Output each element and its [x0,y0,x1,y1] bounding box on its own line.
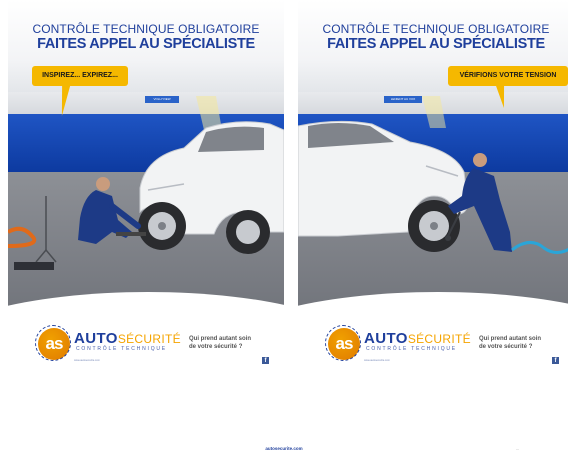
legal-text: www.autosecurite.com [364,359,390,362]
logo-badge-text: as [335,334,354,353]
brand-name: AUTOSÉCURITÉ [74,330,181,347]
brand-subtitle: CONTRÔLE TECHNIQUE [366,346,457,352]
headline-line1: CONTRÔLE TECHNIQUE OBLIGATOIRE [322,22,550,36]
brand-main: AUTO [74,330,118,347]
brand-subtitle: CONTRÔLE TECHNIQUE [76,346,167,352]
headline-line2: FAITES APPEL AU SPÉCIALISTE [327,36,545,52]
brand-footer: as AUTOSÉCURITÉ CONTRÔLE TECHNIQUE www.a… [8,322,284,382]
floor-tray [14,262,54,270]
facebook-icon[interactable]: f [552,357,559,364]
air-hose [511,241,568,254]
headline: CONTRÔLE TECHNIQUE OBLIGATOIRE FAITES AP… [8,22,284,52]
tagline: Qui prend autant soin de votre sécurité … [189,335,279,351]
tagline: Qui prend autant soin de votre sécurité … [479,335,568,351]
rear-rim [236,220,260,244]
speech-bubble: VÉRIFIONS VOTRE TENSION [448,66,568,86]
tagline-line1: Qui prend autant soin [479,336,542,342]
brand-accent: SÉCURITÉ [407,332,471,346]
tagline-line2: de votre sécurité ? [189,344,243,350]
legal-text: www.autosecurite.com [74,359,100,362]
tool [116,232,146,236]
autosecurite-logo-badge: as [35,325,71,361]
tagline-line1: Qui prend autant soin [189,336,252,342]
orange-hose [8,226,37,248]
brand-name: AUTOSÉCURITÉ [364,330,471,347]
brand-accent: SÉCURITÉ [117,332,181,346]
lamp-light [422,96,446,128]
tagline-line2: de votre sécurité ? [479,344,533,350]
poster-right: LENIENT AU VOX CONTRÔLE TECHNIQUE OBLIGA… [298,0,568,386]
mechanic-head [96,177,110,191]
autosecurite-logo-badge: as [325,325,361,361]
headline-line2: FAITES APPEL AU SPÉCIALISTE [37,36,255,52]
headline-line1: CONTRÔLE TECHNIQUE OBLIGATOIRE [32,22,260,36]
footer-mark: ... [516,446,520,451]
page-footer: autosecurite.com ... [0,446,568,454]
speech-bubble: INSPIREZ... EXPIREZ... [32,66,128,86]
brand-main: AUTO [364,330,408,347]
headline: CONTRÔLE TECHNIQUE OBLIGATOIRE FAITES AP… [298,22,568,52]
mechanic-head [473,153,487,167]
brand-footer: as AUTOSÉCURITÉ CONTRÔLE TECHNIQUE www.a… [298,322,568,382]
facebook-icon[interactable]: f [262,357,269,364]
poster-left: VOLLYVIEW CONTRÔLE TECHNIQUE OBLIGATOIRE… [8,0,284,386]
footer-link[interactable]: autosecurite.com [0,446,568,451]
logo-badge-text: as [45,334,64,353]
